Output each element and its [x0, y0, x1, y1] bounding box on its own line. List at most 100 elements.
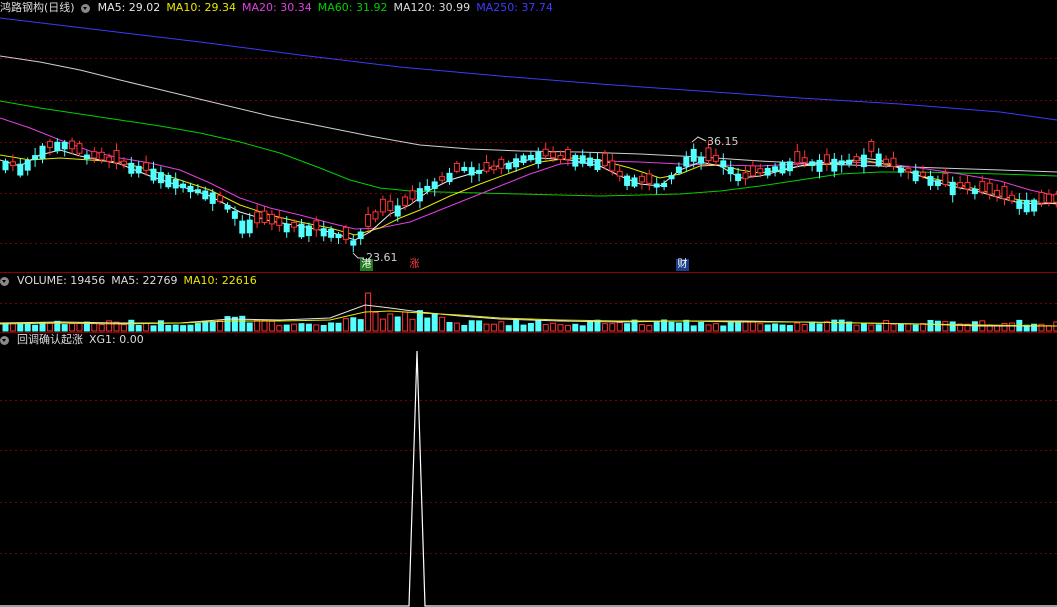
volume-bar — [801, 324, 808, 332]
volume-bar — [379, 318, 386, 332]
candle-body — [920, 171, 927, 177]
candle-body — [328, 228, 335, 238]
candle-body — [853, 156, 860, 162]
candle-body — [231, 211, 238, 219]
candle-body — [527, 155, 534, 161]
candle-body — [964, 182, 971, 190]
volume-bar — [24, 322, 31, 332]
volume-bar — [39, 322, 46, 332]
volume-bar — [505, 325, 512, 332]
low-annotation — [352, 252, 364, 259]
volume-bar — [69, 323, 76, 332]
candle-body — [631, 177, 638, 187]
candle-body — [9, 161, 16, 167]
volume-bar — [572, 323, 579, 332]
volume-bar — [875, 324, 882, 332]
volume-bar — [912, 324, 919, 332]
candle-body — [646, 173, 653, 184]
volume-bar — [579, 325, 586, 332]
candle-body — [1045, 193, 1052, 204]
candle-body — [572, 155, 579, 167]
candle-body — [305, 225, 312, 237]
volume-bar — [128, 319, 135, 332]
candle-body — [609, 160, 616, 172]
candle-body — [91, 151, 98, 159]
volume-bar — [32, 324, 39, 332]
candle-body — [120, 160, 127, 165]
candle-body — [172, 179, 179, 189]
candle-body — [601, 152, 608, 167]
candle-body — [957, 182, 964, 189]
ma120-line — [0, 55, 1057, 173]
candle-body — [772, 166, 779, 172]
marker-rise[interactable]: 涨 — [408, 259, 421, 271]
marker-port[interactable]: 港 — [360, 259, 373, 271]
volume-bar — [809, 321, 816, 332]
candle-body — [335, 233, 342, 239]
marker-finance[interactable]: 财 — [676, 259, 689, 271]
candle-body — [979, 181, 986, 193]
volume-bar — [934, 320, 941, 332]
candle-body — [757, 168, 764, 174]
volume-bar — [135, 324, 142, 332]
candle-body — [927, 176, 934, 186]
kline-chart[interactable] — [0, 0, 1057, 607]
volume-bar — [1045, 325, 1052, 332]
candle-body — [831, 158, 838, 172]
candle-body — [579, 155, 586, 164]
candle-body — [476, 169, 483, 174]
candle-body — [217, 195, 224, 202]
volume-bar — [291, 323, 298, 332]
candle-body — [624, 175, 631, 186]
candle-body — [187, 185, 194, 193]
candle-body — [246, 219, 253, 234]
candle-body — [986, 182, 993, 195]
candle-body — [320, 228, 327, 237]
candle-body — [83, 154, 90, 160]
volume-bar — [350, 317, 357, 332]
candle-body — [69, 140, 76, 150]
candle-body — [439, 176, 446, 181]
volume-bar — [868, 324, 875, 332]
volume-bar — [786, 325, 793, 332]
candle-body — [564, 149, 571, 160]
volume-bar — [476, 320, 483, 332]
candle-body — [794, 151, 801, 164]
grid-lines — [0, 58, 1057, 554]
candle-body — [365, 214, 372, 227]
candle-body — [934, 180, 941, 187]
volume-bar — [268, 320, 275, 332]
volume-bar — [542, 323, 549, 332]
volume-bar — [779, 324, 786, 332]
volume-bar — [646, 324, 653, 332]
volume-bar — [172, 324, 179, 332]
candle-body — [971, 188, 978, 195]
volume-bar — [439, 316, 446, 332]
volume-bar — [424, 317, 431, 332]
candle-body — [905, 168, 912, 173]
candle-body — [1008, 194, 1015, 202]
candle-body — [594, 158, 601, 171]
candle-body — [890, 157, 897, 167]
volume-bar — [239, 315, 246, 332]
xg1-signal-line — [0, 350, 1057, 607]
volume-bar — [712, 323, 719, 332]
volume-bar — [890, 323, 897, 332]
volume-bar — [416, 310, 423, 332]
volume-bar — [276, 325, 283, 332]
candle-body — [461, 166, 468, 171]
volume-bar — [261, 319, 268, 332]
candle-body — [994, 189, 1001, 197]
volume-bar — [616, 321, 623, 332]
volume-bars — [2, 292, 1057, 332]
high-annotation — [691, 136, 707, 143]
volume-bar — [387, 313, 394, 332]
candle-body — [535, 151, 542, 164]
candle-body — [1031, 199, 1038, 212]
candle-body — [446, 172, 453, 183]
ma5-line — [0, 149, 1057, 241]
volume-bar — [942, 321, 949, 332]
volume-bar — [187, 324, 194, 332]
volume-bar — [217, 320, 224, 332]
volume-bar — [860, 322, 867, 332]
